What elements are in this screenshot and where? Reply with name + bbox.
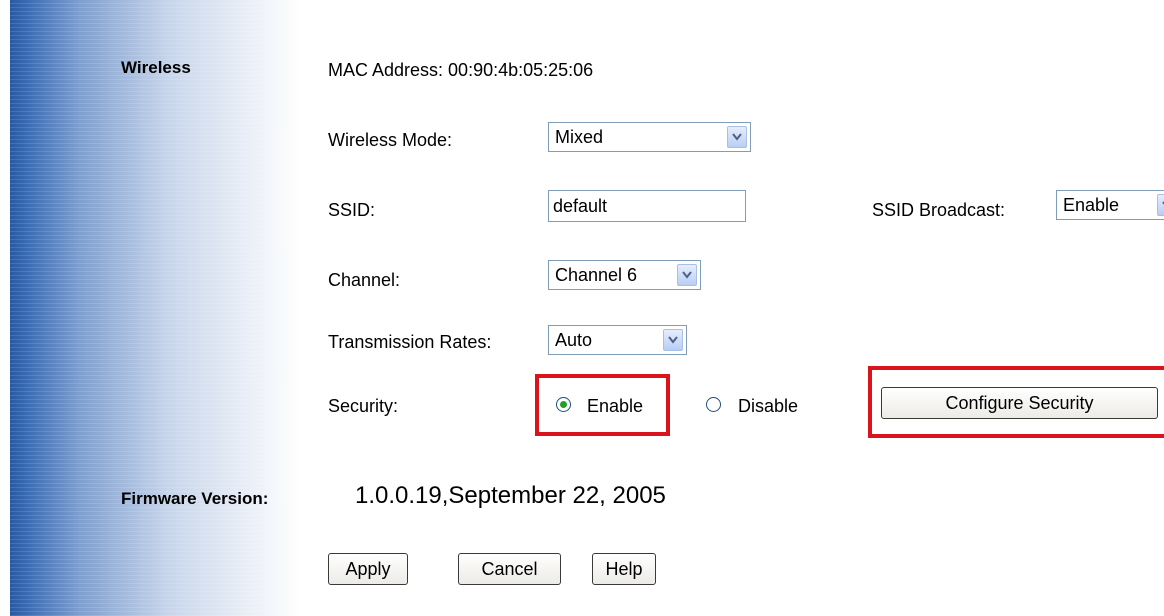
mac-address: MAC Address: 00:90:4b:05:25:06 — [328, 60, 594, 80]
wireless-mode-select[interactable]: Mixed — [548, 122, 751, 152]
channel-label: Channel: — [328, 270, 401, 290]
firmware-label: Firmware Version: — [121, 489, 269, 508]
cancel-button[interactable]: Cancel — [458, 553, 561, 585]
channel-select[interactable]: Channel 6 — [548, 260, 701, 290]
help-button[interactable]: Help — [592, 553, 656, 585]
firmware-value: 1.0.0.19,September 22, 2005 — [355, 482, 666, 509]
apply-button[interactable]: Apply — [328, 553, 408, 585]
transmission-rates-select[interactable]: Auto — [548, 325, 687, 355]
security-enable-label[interactable]: Enable — [587, 396, 643, 417]
chevron-down-icon[interactable] — [727, 126, 747, 148]
security-enable-radio[interactable] — [556, 397, 571, 412]
transmission-rates-label: Transmission Rates: — [328, 332, 492, 352]
security-label: Security: — [328, 396, 399, 416]
channel-value: Channel 6 — [555, 265, 638, 285]
chevron-down-icon[interactable] — [1157, 194, 1164, 216]
ssid-broadcast-label: SSID Broadcast: — [872, 200, 1006, 220]
transmission-rates-value: Auto — [555, 330, 593, 350]
security-disable-radio[interactable] — [706, 397, 721, 412]
radio-selected-dot — [560, 401, 567, 408]
ssid-value: default — [553, 196, 608, 216]
configure-security-button[interactable]: Configure Security — [881, 387, 1158, 419]
sidebar-edge — [0, 0, 10, 616]
ssid-broadcast-select[interactable]: Enable — [1056, 190, 1164, 220]
chevron-down-icon[interactable] — [663, 329, 683, 351]
security-disable-label[interactable]: Disable — [738, 396, 798, 417]
wireless-mode-value: Mixed — [555, 127, 604, 147]
chevron-down-icon[interactable] — [677, 264, 697, 286]
ssid-broadcast-value: Enable — [1063, 195, 1120, 215]
ssid-input[interactable]: default — [548, 190, 746, 222]
sidebar-lines — [10, 0, 310, 616]
sidebar-gradient — [0, 0, 310, 616]
section-title: Wireless — [121, 58, 191, 77]
ssid-label: SSID: — [328, 200, 376, 220]
wireless-mode-label: Wireless Mode: — [328, 130, 453, 150]
